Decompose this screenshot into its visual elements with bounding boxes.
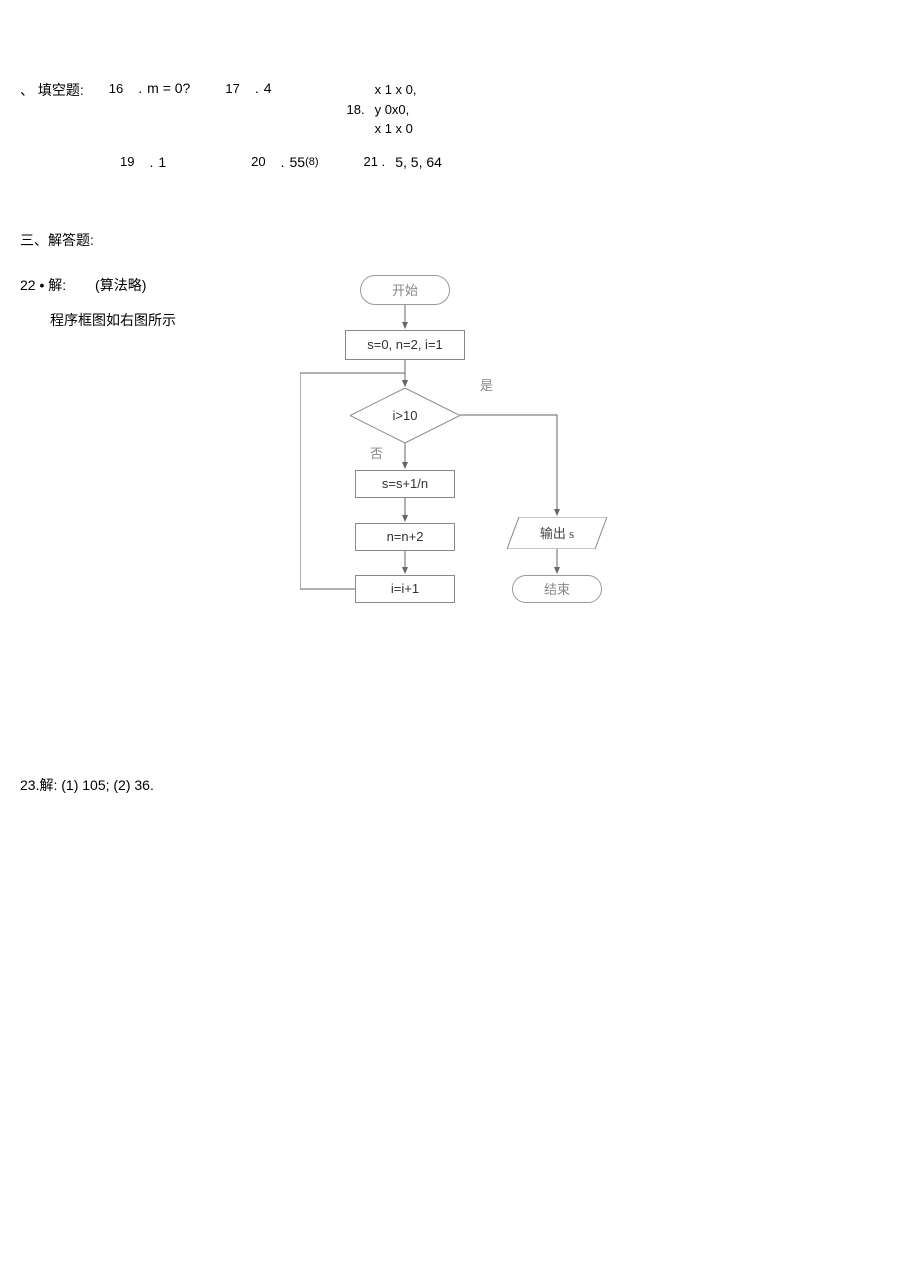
fill-blank-row2: 19 . 1 20 . 55(8) 21 . 5, 5, 64 <box>120 154 900 170</box>
flowchart: 开始 s=0, n=2, i=1 i>10 是 否 s=s+1/n n=n+2 … <box>300 275 680 675</box>
q22-label: 22 • 解: <box>20 277 66 293</box>
fill-num: 16 <box>109 81 123 96</box>
fill-ans: m = 0? <box>147 80 190 96</box>
fill-ans: 5, 5, 64 <box>395 154 442 170</box>
fill-item-20: 20 . 55(8) <box>251 154 318 170</box>
output-text: 输出 s <box>507 517 607 549</box>
flowchart-end: 结束 <box>512 575 602 603</box>
decision-text: i>10 <box>350 388 460 443</box>
q22-line1: 22 • 解: (算法略) <box>20 275 300 295</box>
label-no: 否 <box>370 443 383 462</box>
fill-item-21: 21 . 5, 5, 64 <box>364 154 442 170</box>
fill-num: 19 <box>120 154 134 169</box>
fill-item-17: 17 . 4 <box>225 80 271 96</box>
flowchart-output: 输出 s <box>507 517 607 549</box>
fill-ans-multi: x 1 x 0, y 0x0, x 1 x 0 <box>375 80 417 139</box>
flowchart-step3: i=i+1 <box>355 575 455 603</box>
flowchart-init: s=0, n=2, i=1 <box>345 330 465 360</box>
flowchart-decision: i>10 <box>350 388 460 443</box>
line: x 1 x 0 <box>375 119 417 139</box>
fill-blank-title: 、 填空题: <box>20 80 84 100</box>
dot: . <box>138 80 142 96</box>
question-22: 22 • 解: (算法略) 程序框图如右图所示 <box>20 275 900 675</box>
dot: . <box>281 154 285 170</box>
fill-item-18: 18. x 1 x 0, y 0x0, x 1 x 0 <box>347 80 417 139</box>
section-3-title: 三、解答题: <box>20 230 900 250</box>
q22-text: 22 • 解: (算法略) 程序框图如右图所示 <box>20 275 300 330</box>
fill-ans: 55 <box>290 154 306 170</box>
q22-desc: 程序框图如右图所示 <box>50 310 300 330</box>
fill-num: 18. <box>347 102 365 117</box>
fill-item-16: 16 . m = 0? <box>109 80 191 96</box>
line: x 1 x 0, <box>375 80 417 100</box>
fill-ans: 4 <box>264 80 272 96</box>
flowchart-step1: s=s+1/n <box>355 470 455 498</box>
fill-num: 20 <box>251 154 265 169</box>
dot: . <box>149 154 153 170</box>
section-3: 三、解答题: 22 • 解: (算法略) 程序框图如右图所示 <box>20 230 900 795</box>
q22-sub: (算法略) <box>95 277 146 293</box>
fill-blank-row1: 、 填空题: 16 . m = 0? 17 . 4 18. x 1 x 0, y… <box>20 80 900 139</box>
label-yes: 是 <box>480 375 493 394</box>
flowchart-step2: n=n+2 <box>355 523 455 551</box>
fill-item-19: 19 . 1 <box>120 154 166 170</box>
question-23: 23.解: (1) 105; (2) 36. <box>20 775 900 795</box>
fill-ans: 1 <box>158 154 166 170</box>
flowchart-start: 开始 <box>360 275 450 305</box>
fill-num: 21 . <box>364 154 386 169</box>
subscript: (8) <box>305 156 318 168</box>
line: y 0x0, <box>375 100 417 120</box>
dot: . <box>255 80 259 96</box>
fill-num: 17 <box>225 81 239 96</box>
